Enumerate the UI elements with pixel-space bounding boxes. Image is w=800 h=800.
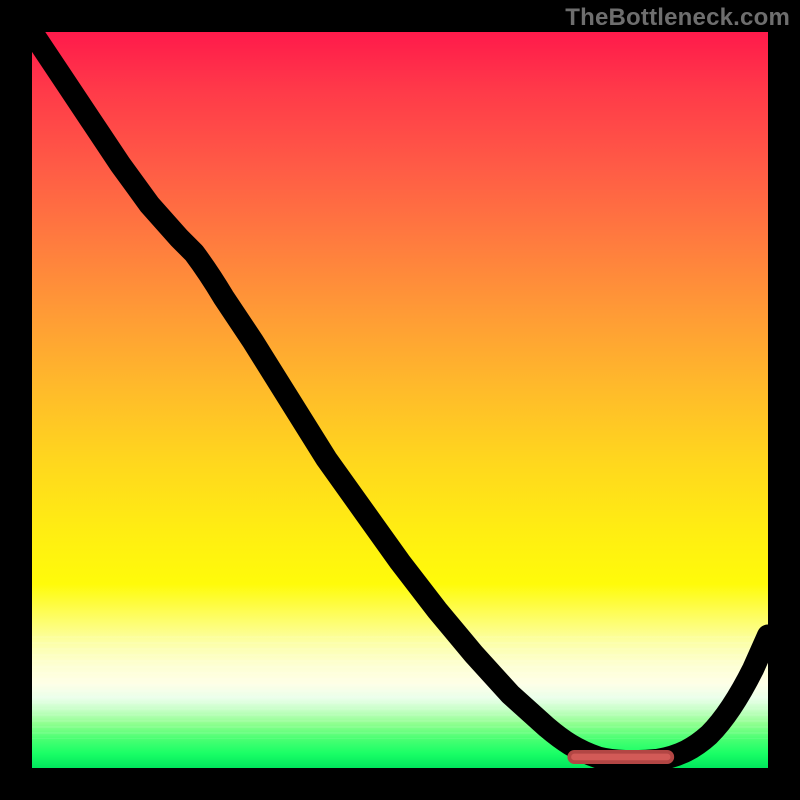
- attribution-label: TheBottleneck.com: [565, 4, 790, 32]
- plot-area: [32, 32, 768, 768]
- optimal-range-marker: [569, 752, 672, 762]
- chart-frame: TheBottleneck.com: [0, 0, 800, 800]
- chart-svg: [32, 32, 768, 768]
- bottleneck-curve: [32, 32, 768, 761]
